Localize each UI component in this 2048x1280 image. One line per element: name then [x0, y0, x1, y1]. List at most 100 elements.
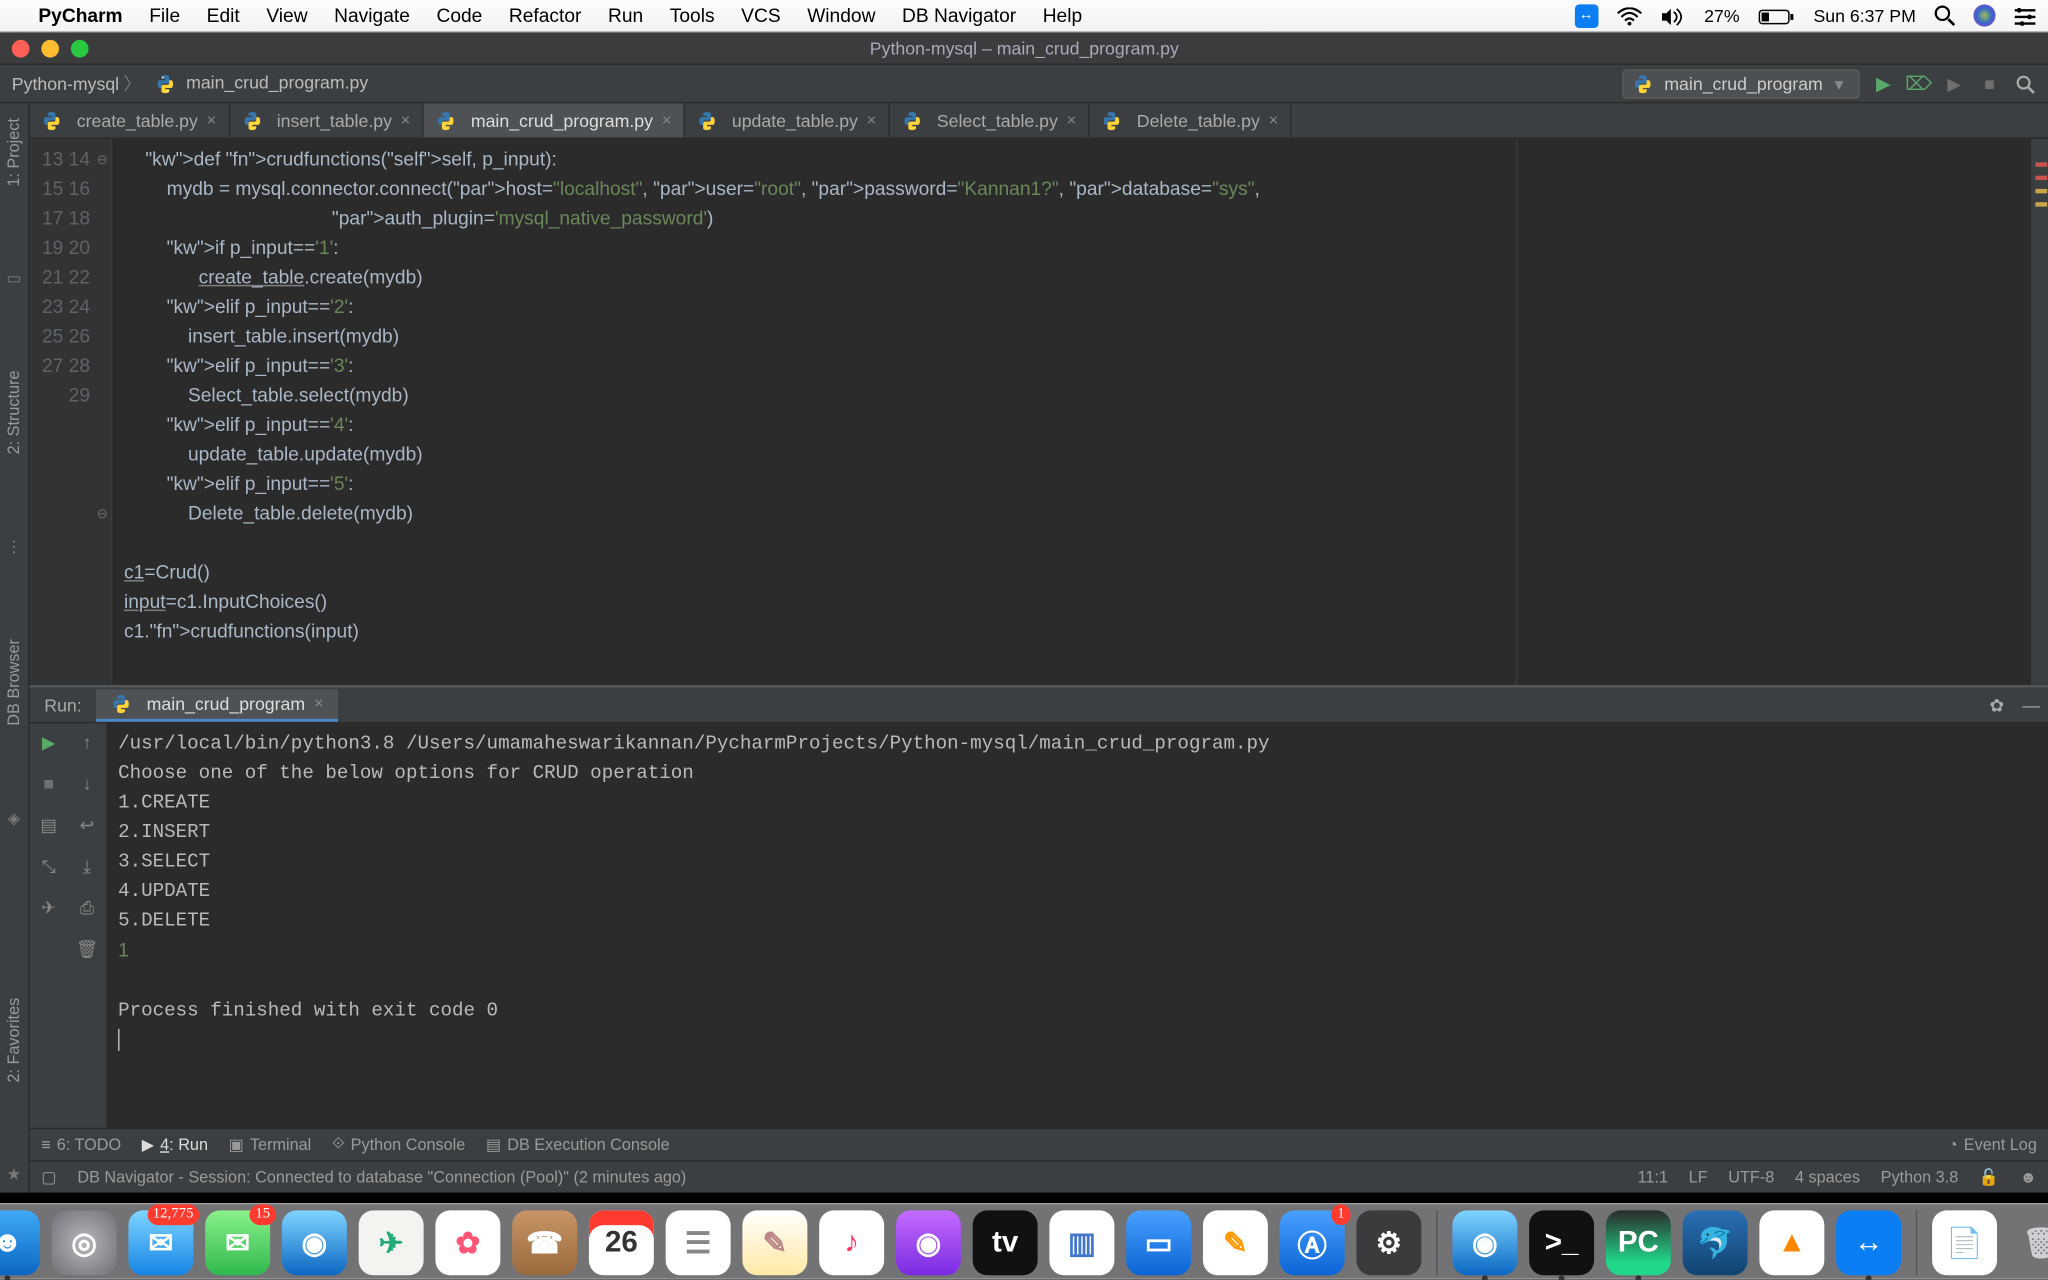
tool-project[interactable]: 1: Project — [2, 109, 26, 195]
tool-window-tab[interactable]: ▤DB Execution Console — [486, 1135, 670, 1154]
run-settings-icon[interactable]: ✿ — [1981, 694, 2014, 715]
dock-terminal[interactable]: >_ — [1529, 1210, 1594, 1275]
breadcrumb-file[interactable]: main_crud_program.py — [155, 72, 369, 94]
dock-keynote[interactable]: ▭ — [1126, 1210, 1191, 1275]
menu-edit[interactable]: Edit — [207, 4, 240, 26]
dock-podcasts[interactable]: ◉ — [896, 1210, 961, 1275]
dock-contacts[interactable]: ☎ — [512, 1210, 577, 1275]
wifi-icon[interactable] — [1616, 5, 1643, 26]
dock-appstore[interactable]: Ⓐ1 — [1280, 1210, 1345, 1275]
close-icon[interactable]: × — [314, 694, 324, 712]
tool-window-tab[interactable]: ⟐Python Console — [332, 1135, 465, 1154]
tool-window-tab[interactable]: ▶4: Run — [142, 1135, 208, 1154]
close-window-button[interactable] — [12, 40, 30, 58]
spotlight-icon[interactable] — [1934, 4, 1956, 27]
run-config-selector[interactable]: main_crud_program — [1622, 69, 1860, 99]
dock-mysql[interactable]: 🐬 — [1683, 1210, 1748, 1275]
dock-trash[interactable]: 🗑 — [2009, 1210, 2048, 1275]
menu-navigate[interactable]: Navigate — [334, 4, 410, 26]
volume-icon[interactable] — [1660, 5, 1687, 26]
dock-reminders[interactable]: ☰ — [666, 1210, 731, 1275]
tool-window-tab[interactable]: ≡6: TODO — [41, 1136, 121, 1154]
dock-pycharm[interactable]: PC — [1606, 1210, 1671, 1275]
editor-tab[interactable]: create_table.py× — [30, 103, 230, 137]
tool-dbbrowser[interactable]: DB Browser — [2, 631, 26, 735]
control-center-icon[interactable] — [2013, 5, 2037, 26]
rerun-button[interactable]: ▶ — [35, 729, 62, 756]
structure-icon[interactable]: ⋮ — [6, 538, 22, 557]
dock-teamviewer[interactable]: ↔ — [1836, 1210, 1901, 1275]
dock-settings[interactable]: ⚙ — [1356, 1210, 1421, 1275]
tool-windows-icon[interactable]: ▢ — [41, 1168, 56, 1187]
dock-maps[interactable]: ✈ — [359, 1210, 424, 1275]
file-encoding[interactable]: UTF-8 — [1728, 1168, 1774, 1186]
gutter[interactable]: 13 14 15 16 17 18 19 20 21 22 23 24 25 2… — [30, 139, 113, 685]
dbbrowser-icon[interactable]: ◈ — [8, 809, 20, 828]
code-editor[interactable]: 13 14 15 16 17 18 19 20 21 22 23 24 25 2… — [30, 139, 2048, 685]
battery-icon[interactable] — [1757, 5, 1795, 26]
menu-help[interactable]: Help — [1043, 4, 1082, 26]
dock-launchpad[interactable]: ◎ — [52, 1210, 117, 1275]
menu-dbnav[interactable]: DB Navigator — [902, 4, 1016, 26]
zoom-window-button[interactable] — [71, 40, 89, 58]
menu-refactor[interactable]: Refactor — [509, 4, 582, 26]
stop-run-button[interactable]: ■ — [35, 770, 62, 797]
editor-tab[interactable]: Delete_table.py× — [1090, 103, 1292, 137]
indent-setting[interactable]: 4 spaces — [1795, 1168, 1860, 1186]
dock-doc[interactable]: 📄 — [1932, 1210, 1997, 1275]
print-button[interactable]: ⎙ — [74, 894, 101, 921]
caret-position[interactable]: 11:1 — [1638, 1168, 1668, 1186]
run-coverage-button[interactable]: ▶ — [1942, 72, 1966, 96]
dock-tv[interactable]: tv — [973, 1210, 1038, 1275]
teamviewer-icon[interactable]: ↔ — [1574, 4, 1598, 28]
run-tab[interactable]: main_crud_program × — [96, 689, 338, 721]
run-button[interactable]: ▶ — [1872, 72, 1896, 96]
python-sdk[interactable]: Python 3.8 — [1881, 1168, 1959, 1186]
close-icon[interactable]: × — [207, 111, 217, 129]
layout-button[interactable]: ▤ — [35, 812, 62, 839]
dock-vlc[interactable]: ▲ — [1759, 1210, 1824, 1275]
pin-button[interactable]: ✈ — [35, 894, 62, 921]
clear-button[interactable]: 🗑 — [74, 936, 101, 963]
close-icon[interactable]: × — [1269, 111, 1279, 129]
console-output[interactable]: /usr/local/bin/python3.8 /Users/umamahes… — [106, 723, 2048, 1127]
lock-icon[interactable]: 🔓 — [1979, 1168, 1999, 1187]
close-icon[interactable]: × — [1067, 111, 1077, 129]
soft-wrap-button[interactable]: ↩ — [74, 812, 101, 839]
editor-tab[interactable]: Select_table.py× — [890, 103, 1090, 137]
menu-file[interactable]: File — [149, 4, 180, 26]
menu-code[interactable]: Code — [436, 4, 482, 26]
tool-favorites[interactable]: 2: Favorites — [2, 988, 26, 1091]
dock-music[interactable]: ♪ — [819, 1210, 884, 1275]
dock-photos[interactable]: ✿ — [435, 1210, 500, 1275]
dock-safari[interactable]: ◉ — [282, 1210, 347, 1275]
menu-window[interactable]: Window — [807, 4, 875, 26]
scroll-end-button[interactable]: ⤓ — [74, 853, 101, 880]
stop-button[interactable]: ■ — [1978, 72, 2002, 96]
project-icon[interactable]: ▭ — [6, 269, 21, 288]
dock-safari2[interactable]: ◉ — [1452, 1210, 1517, 1275]
tool-structure[interactable]: 2: Structure — [2, 362, 26, 464]
menu-vcs[interactable]: VCS — [741, 4, 780, 26]
dock-pages[interactable]: ✎ — [1203, 1210, 1268, 1275]
minimize-window-button[interactable] — [41, 40, 59, 58]
down-stack-button[interactable]: ↓ — [74, 770, 101, 797]
search-everywhere-button[interactable] — [2013, 72, 2037, 96]
editor-tab[interactable]: update_table.py× — [685, 103, 890, 137]
tool-window-tab[interactable]: ▣Terminal — [229, 1135, 312, 1154]
run-hide-icon[interactable]: — — [2013, 694, 2048, 715]
app-name[interactable]: PyCharm — [38, 4, 122, 26]
close-icon[interactable]: × — [662, 111, 672, 129]
menu-run[interactable]: Run — [608, 4, 643, 26]
editor-scrollbar[interactable] — [2031, 139, 2048, 685]
favorites-icon[interactable]: ★ — [7, 1165, 22, 1184]
inspector-icon[interactable]: ☻ — [2020, 1168, 2037, 1186]
clock[interactable]: Sun 6:37 PM — [1813, 5, 1915, 26]
dock-numbers[interactable]: ▥ — [1049, 1210, 1114, 1275]
restore-layout-button[interactable]: ⤡ — [35, 853, 62, 880]
menu-tools[interactable]: Tools — [670, 4, 715, 26]
siri-icon[interactable] — [1973, 4, 1995, 26]
up-stack-button[interactable]: ↑ — [74, 729, 101, 756]
editor-tab[interactable]: main_crud_program.py× — [424, 103, 685, 137]
close-icon[interactable]: × — [867, 111, 877, 129]
